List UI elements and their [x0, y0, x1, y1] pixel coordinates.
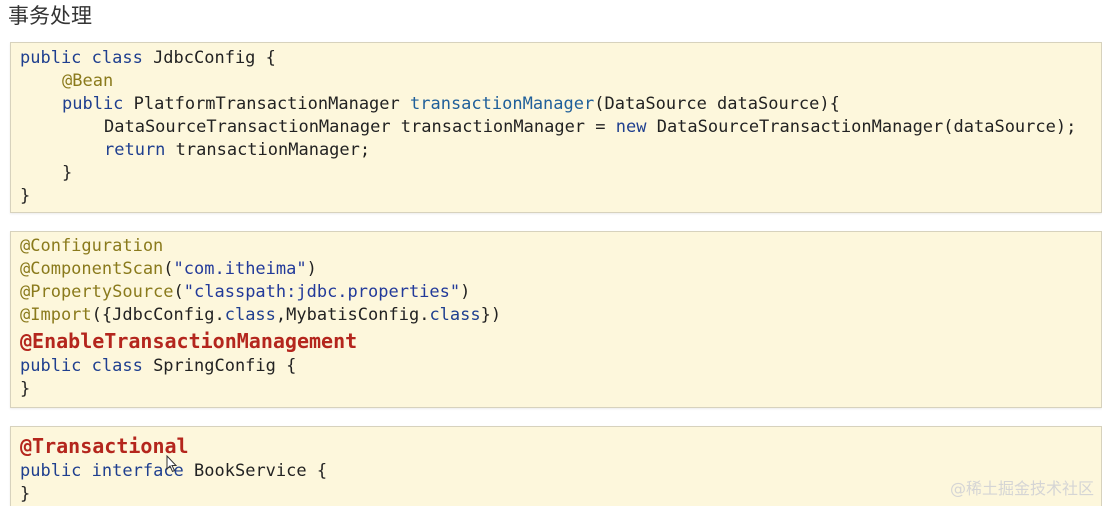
code-line: }	[20, 378, 30, 401]
code-line: DataSourceTransactionManager transaction…	[104, 116, 1076, 139]
code-text: PlatformTransactionManager	[123, 94, 410, 114]
code-annotation: @Bean	[62, 71, 114, 91]
code-line: @Bean	[62, 70, 113, 93]
code-text: BookService {	[183, 461, 328, 481]
code-line: return transactionManager;	[104, 139, 370, 162]
code-text: )	[306, 259, 317, 279]
code-block-spring-config: @Configuration @ComponentScan("com.ithei…	[10, 231, 1102, 408]
code-method-name: transactionManager	[410, 94, 595, 114]
code-keyword: public	[20, 461, 82, 481]
code-text: })	[480, 305, 502, 325]
transactional-annotation: @Transactional	[20, 434, 189, 458]
code-keyword: public class	[20, 48, 143, 68]
code-keyword: return	[104, 140, 166, 160]
code-text: SpringConfig {	[142, 356, 297, 376]
code-text: JdbcConfig {	[142, 48, 276, 68]
code-line: @PropertySource("classpath:jdbc.properti…	[20, 281, 470, 304]
enable-transaction-management-annotation: @EnableTransactionManagement	[20, 329, 358, 353]
mouse-cursor-icon	[166, 455, 178, 473]
code-keyword: public	[62, 94, 124, 114]
code-text: }	[20, 379, 31, 399]
code-line: @ComponentScan("com.itheima")	[20, 258, 317, 281]
code-text: }	[62, 163, 73, 183]
code-text: ({JdbcConfig.	[91, 305, 225, 325]
code-line: }	[62, 162, 72, 185]
code-line: public PlatformTransactionManager transa…	[62, 93, 840, 116]
watermark: @稀土掘金技术社区	[949, 479, 1094, 498]
code-text: }	[20, 484, 31, 504]
code-annotation: @ComponentScan	[20, 259, 164, 279]
code-line: public class JdbcConfig {	[20, 47, 276, 70]
code-line: @Import({JdbcConfig.class,MybatisConfig.…	[20, 304, 501, 327]
code-string: "classpath:jdbc.properties"	[183, 282, 461, 302]
code-text: (	[173, 282, 184, 302]
code-text: DataSourceTransactionManager transaction…	[104, 117, 616, 137]
code-keyword: new	[615, 117, 647, 137]
code-line: public class SpringConfig {	[20, 355, 296, 378]
code-text: )	[460, 282, 471, 302]
code-keyword: public class	[20, 356, 143, 376]
code-text: (	[163, 259, 174, 279]
code-keyword: class	[429, 305, 481, 325]
code-string: "com.itheima"	[173, 259, 307, 279]
page-title: 事务处理	[8, 4, 92, 28]
code-annotation: @Configuration	[20, 236, 164, 256]
code-annotation: @Import	[20, 305, 92, 325]
code-keyword: class	[224, 305, 276, 325]
code-text: DataSourceTransactionManager(dataSource)…	[646, 117, 1077, 137]
code-line: @EnableTransactionManagement	[20, 328, 357, 356]
code-text: (DataSource dataSource){	[594, 94, 840, 114]
code-line: }	[20, 483, 30, 506]
code-block-jdbc-config: public class JdbcConfig { @Bean public P…	[10, 42, 1102, 213]
code-text: }	[20, 186, 31, 206]
code-text: ,MybatisConfig.	[275, 305, 430, 325]
code-text: transactionManager;	[165, 140, 371, 160]
code-line: }	[20, 185, 30, 208]
code-line: @Transactional	[20, 433, 189, 461]
code-annotation: @PropertySource	[20, 282, 174, 302]
code-line: @Configuration	[20, 235, 163, 258]
